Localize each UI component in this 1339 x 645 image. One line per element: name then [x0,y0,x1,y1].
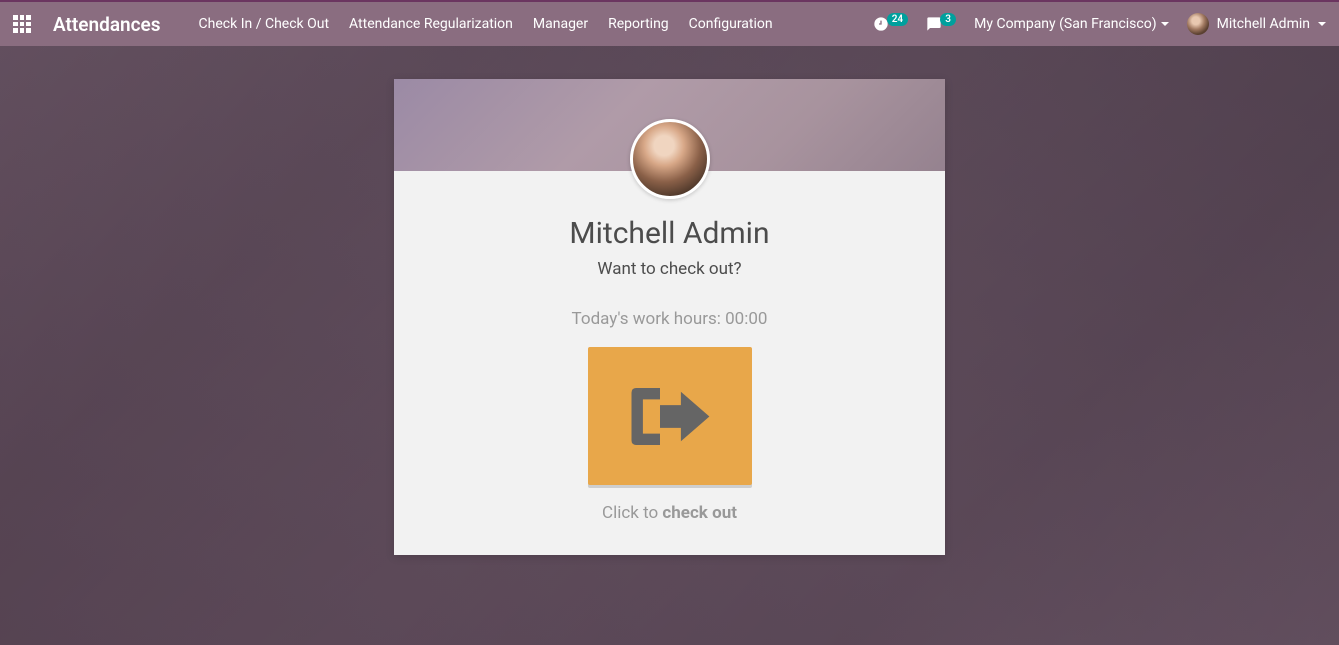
nav-manager[interactable]: Manager [533,16,588,32]
checkout-prompt: Want to check out? [394,259,945,279]
message-count-badge: 3 [940,13,956,26]
chevron-down-icon [1161,22,1169,26]
avatar [1187,13,1209,35]
nav-configuration[interactable]: Configuration [689,16,773,32]
nav-menu: Check In / Check Out Attendance Regulari… [199,16,773,32]
nav-reporting[interactable]: Reporting [608,16,669,32]
nav-check-in-out[interactable]: Check In / Check Out [199,16,329,32]
chevron-down-icon [1318,22,1326,26]
messages-button[interactable]: 3 [926,16,956,32]
main-content: Mitchell Admin Want to check out? Today'… [0,46,1339,555]
attendance-card: Mitchell Admin Want to check out? Today'… [394,79,945,555]
checkout-button[interactable] [588,347,752,485]
work-hours-value: 00:00 [725,309,767,329]
main-navbar: Attendances Check In / Check Out Attenda… [0,2,1339,46]
company-switcher[interactable]: My Company (San Francisco) [974,16,1168,32]
nav-right-group: 24 3 My Company (San Francisco) Mitchell… [873,13,1326,35]
company-name: My Company (San Francisco) [974,16,1156,32]
activity-count-badge: 24 [887,13,908,26]
user-menu[interactable]: Mitchell Admin [1187,13,1326,35]
instruction-prefix: Click to [602,503,662,523]
employee-name: Mitchell Admin [394,216,945,251]
app-brand[interactable]: Attendances [53,13,161,36]
user-name-label: Mitchell Admin [1217,16,1310,32]
employee-avatar [630,119,710,199]
work-hours: Today's work hours: 00:00 [394,309,945,329]
card-header [394,79,945,171]
nav-attendance-regularization[interactable]: Attendance Regularization [349,16,513,32]
activity-button[interactable]: 24 [873,16,908,32]
work-hours-label: Today's work hours: [572,309,726,329]
checkout-instruction: Click to check out [394,503,945,523]
instruction-action: check out [662,503,737,523]
sign-out-icon [622,374,717,459]
apps-icon[interactable] [13,15,31,33]
card-body: Mitchell Admin Want to check out? Today'… [394,171,945,555]
